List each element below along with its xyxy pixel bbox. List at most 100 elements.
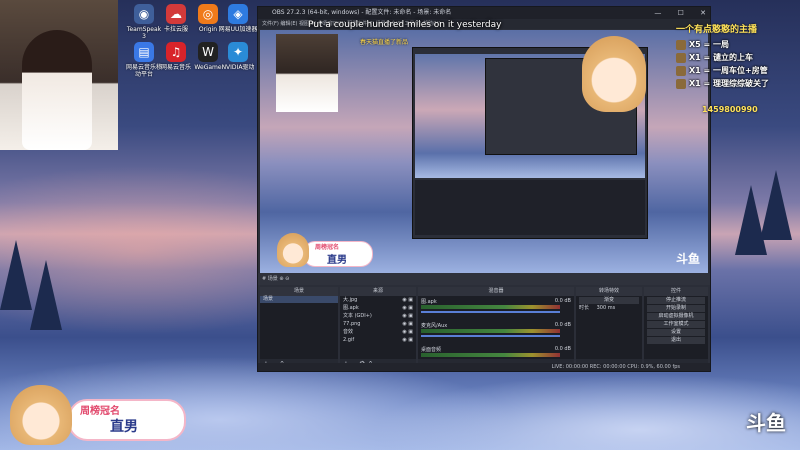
volume-meter (421, 353, 560, 357)
mixer-dock[interactable]: 混音器 图.apk 0.0 dB 麦克风/Aux 0.0 dB 桌面音频 0.0… (418, 287, 574, 369)
volume-slider[interactable] (421, 311, 560, 313)
weekly-badge-preview: 周榜冠名 直男 (277, 233, 373, 269)
transitions-dock-title: 转场特效 (576, 287, 642, 296)
preview-douyu-logo: 斗鱼 (675, 252, 700, 266)
pine-tree (760, 170, 792, 240)
eye-lock-icon[interactable]: ◉ ▣ (402, 304, 413, 312)
virtual-camera-button[interactable]: 启动虚拟摄像机 (647, 313, 705, 320)
volume-meter (421, 329, 560, 333)
minimize-button[interactable]: — (654, 9, 661, 17)
eye-lock-icon[interactable]: ◉ ▣ (402, 320, 413, 328)
pencil-icon (676, 39, 686, 50)
desktop-icon-uu[interactable]: ◈ 网易UU加速器 (218, 4, 258, 33)
transition-duration[interactable]: 时长 300 ms (576, 305, 642, 312)
nvidia-icon: ✦ (228, 42, 248, 62)
source-label: 音效 (343, 329, 354, 335)
mascot-character (10, 385, 72, 445)
streamer-figure (22, 30, 92, 150)
transitions-dock[interactable]: 转场特效 渐变 时长 300 ms (576, 287, 642, 369)
mixer-dock-title: 混音器 (418, 287, 574, 296)
controls-dock[interactable]: 控件 停止推流 开始录制 启动虚拟摄像机 工作室模式 设置 退出 (644, 287, 708, 369)
source-label: 文本 (GDI+) (343, 313, 372, 319)
chat-title: 一个有点憨憨的主播 (676, 25, 758, 35)
mixer-channel[interactable]: 图.apk 0.0 dB (418, 296, 574, 320)
chat-text: X5 = 一局 (689, 40, 730, 49)
channel-db: 0.0 dB (554, 298, 571, 304)
scenes-dock-title: 场景 (260, 287, 338, 296)
eye-lock-icon[interactable]: ◉ ▣ (402, 296, 413, 304)
window-title: OBS 27.2.3 (64-bit, windows) - 配置文件: 未命名… (272, 9, 452, 16)
source-item[interactable]: 2.gif ◉ ▣ (340, 336, 416, 344)
webcam-feed (0, 0, 118, 150)
scene-item[interactable]: 场景 (260, 296, 338, 303)
source-item[interactable]: 77.png ◉ ▣ (340, 320, 416, 328)
gift-icon (676, 52, 686, 63)
nested-dock (415, 180, 645, 235)
gift-icon (676, 78, 686, 89)
douyu-logo: 斗鱼 (746, 411, 786, 435)
badge-title: 周榜冠名 (80, 406, 120, 417)
subtitle-subcaption: 春天猫直播了新品 (360, 39, 409, 46)
music-folder-icon: ▤ (134, 42, 154, 62)
chat-line: X1 = 理理综综破关了 (676, 77, 800, 90)
preview-webcam (276, 34, 338, 112)
source-item[interactable]: 图.apk ◉ ▣ (340, 304, 416, 312)
source-item[interactable]: 音效 ◉ ▣ (340, 328, 416, 336)
cloud-icon: ☁ (166, 4, 186, 24)
settings-button[interactable]: 设置 (647, 329, 705, 336)
scene-bar[interactable]: # 场景 ⊕ ⊖ (258, 273, 710, 285)
badge-name: 直男 (327, 255, 347, 266)
weekly-badge: 周榜冠名 直男 (10, 385, 186, 445)
eye-lock-icon[interactable]: ◉ ▣ (402, 328, 413, 336)
source-label: 2.gif (343, 337, 355, 343)
chat-overlay: X5 = 一局 X1 = 谴立的上车 X1 = 一周车位+房管 X1 = 理理综… (676, 38, 800, 90)
desktop-icon-label: 网易UU加速器 (218, 26, 258, 33)
mixer-channel[interactable]: 麦克风/Aux 0.0 dB (418, 320, 574, 344)
source-label: 77.png (343, 321, 361, 327)
controls-dock-title: 控件 (644, 287, 708, 296)
close-button[interactable]: ✕ (700, 9, 706, 17)
chat-line: X5 = 一局 (676, 38, 800, 51)
badge-title: 周榜冠名 (315, 244, 340, 251)
subtitle-caption: Put a couple hundred miles on it yesterd… (308, 20, 502, 30)
chat-id: 1459800990 (702, 105, 758, 114)
exit-button[interactable]: 退出 (647, 337, 705, 344)
eye-lock-icon[interactable]: ◉ ▣ (402, 312, 413, 320)
eye-lock-icon[interactable]: ◉ ▣ (402, 336, 413, 344)
duration-label: 时长 (579, 305, 590, 311)
desktop-icon-nvidia[interactable]: ✦ NVIDIA驱动 (218, 42, 258, 71)
source-label: 图.apk (343, 305, 359, 311)
source-item[interactable]: 大.jpg ◉ ▣ (340, 296, 416, 304)
start-recording-button[interactable]: 开始录制 (647, 305, 705, 312)
sources-dock-title: 来源 (340, 287, 416, 296)
volume-meter (421, 305, 560, 309)
volume-slider[interactable] (421, 335, 560, 337)
origin-icon: ◎ (198, 4, 218, 24)
badge-name: 直男 (110, 419, 138, 435)
desktop-icon-label: NVIDIA驱动 (221, 64, 255, 71)
chat-line: X1 = 一周车位+房管 (676, 64, 800, 77)
sources-dock[interactable]: 来源 大.jpg ◉ ▣ 图.apk ◉ ▣ 文本 (GDI+) ◉ ▣ 77.png… (340, 287, 416, 369)
studio-mode-button[interactable]: 工作室模式 (647, 321, 705, 328)
stop-streaming-button[interactable]: 停止推流 (647, 297, 705, 304)
duration-value: 300 ms (596, 305, 616, 311)
scenes-dock[interactable]: 场景 场景 + − ⌃ ⌄ (260, 287, 338, 369)
teamspeak-icon: ◉ (134, 4, 154, 24)
chat-text: X1 = 理理综综破关了 (689, 79, 770, 88)
gift-icon (676, 65, 686, 76)
chat-text: X1 = 一周车位+房管 (689, 66, 768, 75)
maximize-button[interactable]: ☐ (678, 9, 684, 17)
obs-statusbar: LIVE: 00:00:00 REC: 00:00:00 CPU: 0.9%, … (258, 363, 710, 371)
transition-type-select[interactable]: 渐变 (579, 297, 639, 304)
obs-titlebar[interactable]: OBS 27.2.3 (64-bit, windows) - 配置文件: 未命名… (258, 7, 710, 19)
uu-icon: ◈ (228, 4, 248, 24)
mascot-character (582, 36, 646, 112)
source-label: 大.jpg (343, 297, 358, 303)
channel-db: 0.0 dB (554, 346, 571, 352)
channel-db: 0.0 dB (554, 322, 571, 328)
wegame-icon: W (198, 42, 218, 62)
netease-music-icon: ♫ (166, 42, 186, 62)
source-item[interactable]: 文本 (GDI+) ◉ ▣ (340, 312, 416, 320)
chat-line: X1 = 谴立的上车 (676, 51, 800, 64)
chat-text: X1 = 谴立的上车 (689, 53, 754, 62)
